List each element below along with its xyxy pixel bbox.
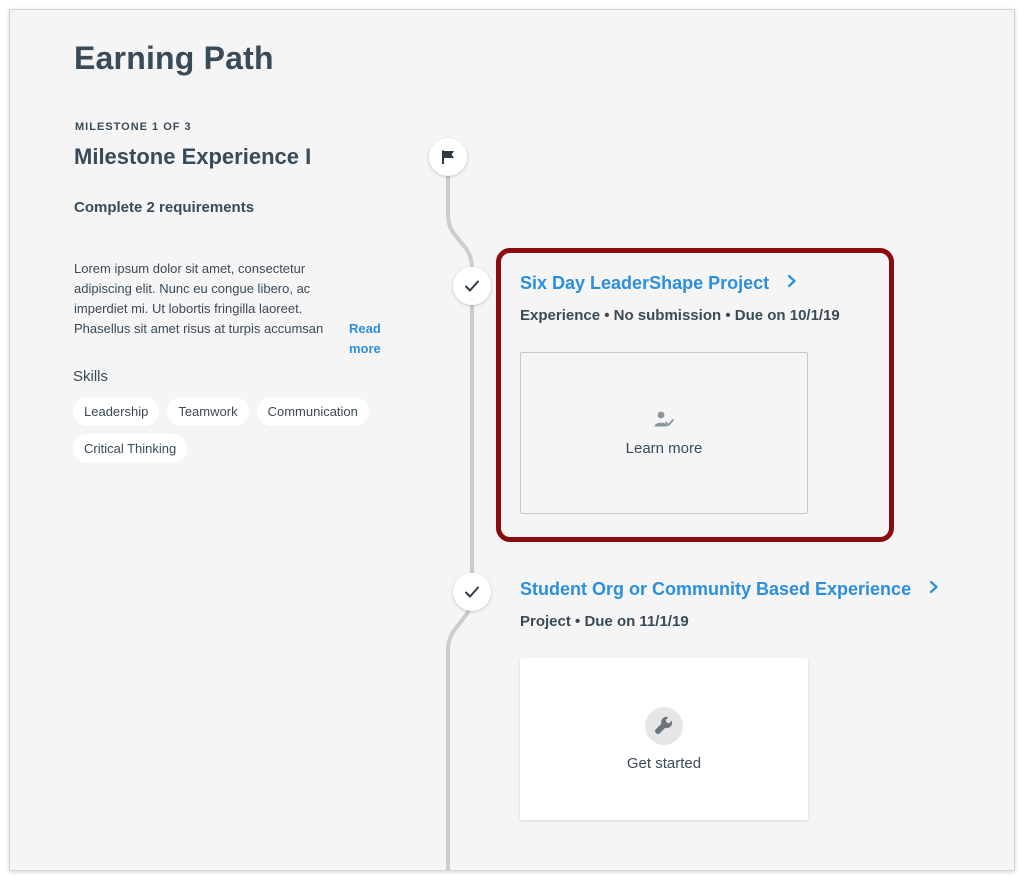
chevron-right-icon: [787, 274, 797, 293]
learn-more-card[interactable]: Learn more: [520, 352, 808, 514]
requirement-title: Student Org or Community Based Experienc…: [520, 579, 912, 599]
card-label: Learn more: [625, 439, 703, 457]
check-icon: [465, 280, 479, 292]
person-check-icon: [654, 411, 674, 426]
flag-icon: [442, 150, 454, 164]
check-icon: [465, 586, 479, 598]
card-label: Get started: [626, 754, 702, 772]
requirement-meta: Experience • No submission • Due on 10/1…: [520, 307, 840, 324]
wrench-icon-badge: [645, 706, 683, 745]
wrench-icon: [654, 716, 673, 734]
requirement-title: Six Day LeaderShape Project: [520, 273, 770, 293]
requirement-status-node: [453, 573, 491, 611]
chevron-right-icon: [929, 580, 939, 599]
earning-path-panel: Earning Path MILESTONE 1 OF 3 Milestone …: [9, 9, 1015, 871]
milestone-flag-node: [429, 138, 467, 176]
requirement-meta: Project • Due on 11/1/19: [520, 613, 689, 630]
requirement-status-node: [453, 267, 491, 305]
requirement-title-link[interactable]: Six Day LeaderShape Project: [520, 273, 797, 294]
requirement-title-link[interactable]: Student Org or Community Based Experienc…: [520, 579, 939, 600]
get-started-card[interactable]: Get started: [520, 658, 808, 820]
